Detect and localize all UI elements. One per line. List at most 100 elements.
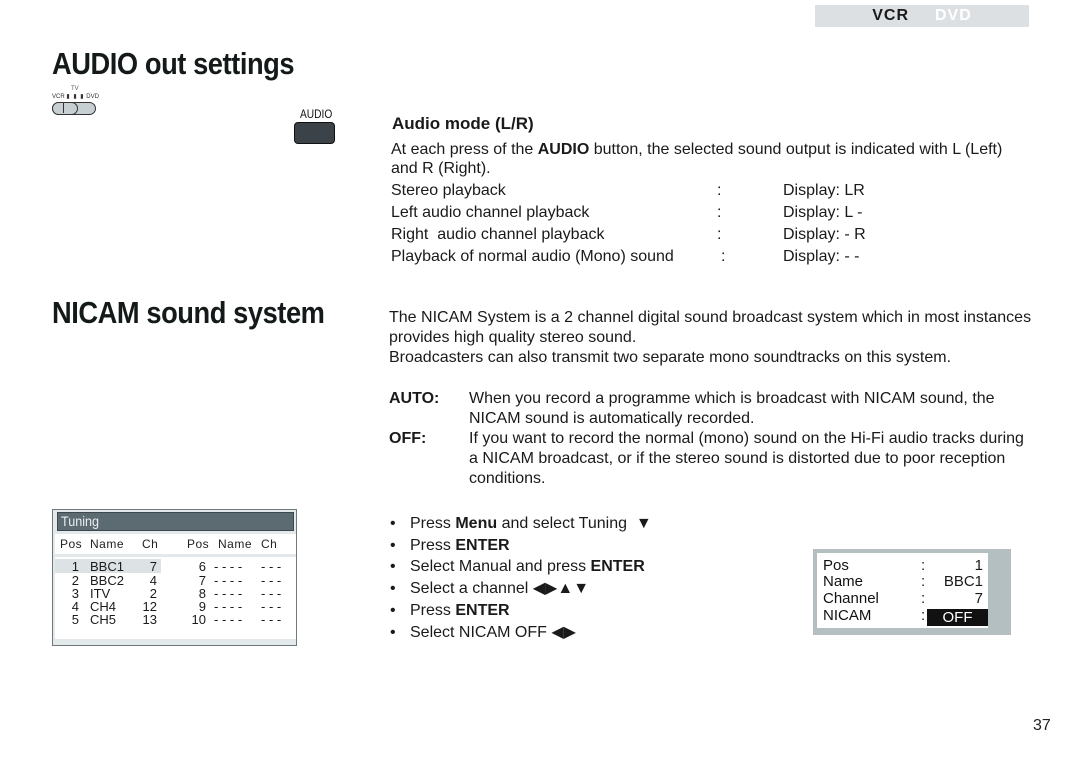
- channel-name: - - - -: [214, 612, 243, 627]
- col-header-pos-2: Pos: [187, 537, 210, 551]
- mode-name: Right audio channel playback: [391, 226, 605, 243]
- switch-vcr-label: VCR: [52, 94, 65, 100]
- audio-mode-intro: At each press of the AUDIO button, the s…: [391, 140, 1031, 178]
- audio-button-label: AUDIO: [300, 107, 333, 121]
- tuning-row[interactable]: 10 - - - - - - -: [173, 613, 293, 627]
- bullet: •: [390, 536, 396, 554]
- channel-pos: 6: [198, 559, 206, 574]
- mode-row: Right audio channel playback : Display: …: [391, 224, 866, 246]
- step-text: Select a channel ◀▶▲▼: [410, 580, 590, 598]
- col-header-name-2: Name: [218, 537, 253, 551]
- tuning-column-headers: Pos Name Ch Pos Name Ch: [55, 534, 296, 554]
- osd-separator: :: [921, 573, 926, 590]
- step-text: Press: [410, 536, 456, 554]
- channel-name: - - - -: [214, 559, 243, 574]
- step-item: • Select NICAM OFF ◀▶: [390, 622, 652, 644]
- mode-row: Left audio channel playback : Display: L…: [391, 202, 866, 224]
- step-bold: ENTER: [590, 558, 645, 576]
- mode-sep: :: [717, 182, 722, 199]
- audio-section-title: AUDIO out settings: [52, 46, 295, 81]
- osd-separator: :: [921, 607, 926, 624]
- dvd-tab-label: DVD: [935, 7, 972, 24]
- step-bold: Menu: [455, 515, 498, 532]
- osd-label: Channel: [823, 590, 879, 607]
- mode-display: Display: - -: [783, 248, 860, 265]
- channel-pos: 10: [191, 612, 206, 627]
- channel-number: 13: [142, 612, 157, 627]
- audio-remote-button-icon: [294, 122, 335, 144]
- mode-sep: :: [717, 204, 722, 221]
- bullet: •: [390, 601, 396, 619]
- tuning-row[interactable]: 6 - - - - - - -: [173, 560, 293, 574]
- col-header-ch-2: Ch: [261, 537, 278, 551]
- intro-text: At each press of the: [391, 141, 538, 158]
- channel-number: - - -: [261, 612, 282, 627]
- tuning-row[interactable]: 1 BBC1 7: [55, 560, 161, 574]
- osd-label: Pos: [823, 557, 849, 574]
- channel-number: 7: [149, 559, 157, 574]
- mode-name: Playback of normal audio (Mono) sound: [391, 248, 674, 265]
- osd-value: 1: [974, 557, 983, 574]
- step-item: • Press ENTER: [390, 535, 652, 557]
- step-text-end: and select Tuning ▼: [497, 515, 652, 532]
- nicam-steps-list: • Press Menu and select Tuning ▼ • Press E…: [390, 513, 652, 643]
- mode-sep: :: [717, 226, 722, 243]
- step-text: Press: [410, 601, 456, 619]
- mode-tab: VCR DVD: [815, 5, 1029, 27]
- step-bold: ENTER: [455, 601, 510, 619]
- page-number: 37: [1033, 717, 1051, 734]
- mode-display: Display: - R: [783, 226, 866, 243]
- mode-name: Stereo playback: [391, 182, 506, 199]
- switch-tv-label: TV: [71, 86, 79, 92]
- tuning-panel: Tuning Pos Name Ch Pos Name Ch 1 BBC1 7 2 BB…: [52, 509, 297, 646]
- vcr-tab-label: VCR: [872, 7, 909, 24]
- bullet: •: [390, 558, 396, 576]
- switch-knob: [52, 102, 78, 115]
- intro-bold: AUDIO: [537, 141, 590, 158]
- audio-modes-table: Stereo playback : Display: LR Left audio…: [391, 180, 866, 268]
- channel-name: BBC1: [90, 559, 124, 574]
- osd-label: Name: [823, 573, 864, 590]
- step-text: Press: [410, 515, 456, 532]
- col-header-name: Name: [90, 537, 125, 551]
- step-text: Select NICAM OFF ◀▶: [410, 623, 576, 641]
- step-item: • Select a channel ◀▶▲▼: [390, 578, 652, 600]
- definition-term: OFF:: [389, 430, 427, 447]
- channel-pos: 5: [71, 612, 79, 627]
- tuning-panel-header: Tuning: [57, 512, 294, 531]
- step-item: • Select Manual and press ENTER: [390, 556, 652, 578]
- nicam-para-1: The NICAM System is a 2 channel digital …: [389, 309, 1032, 346]
- switch-dots: ▮ ▮ ▮: [66, 94, 85, 100]
- mode-row: Playback of normal audio (Mono) sound : …: [391, 246, 866, 268]
- nicam-section-title: NICAM sound system: [52, 295, 325, 330]
- nicam-definitions: AUTO: When you record a programme which …: [389, 389, 1029, 489]
- col-header-pos: Pos: [60, 537, 83, 551]
- mode-display: Display: L -: [783, 204, 863, 221]
- definition-auto: AUTO: When you record a programme which …: [389, 389, 1029, 429]
- channel-name: CH5: [90, 612, 117, 627]
- step-item: • Press ENTER: [390, 600, 652, 622]
- step-text: Select Manual and press: [410, 558, 591, 576]
- tuning-row[interactable]: 5 CH5 13: [55, 613, 161, 627]
- nicam-description: The NICAM System is a 2 channel digital …: [389, 308, 1039, 368]
- col-header-ch: Ch: [142, 537, 159, 551]
- definition-text: When you record a programme which is bro…: [469, 390, 995, 427]
- definition-off: OFF: If you want to record the normal (m…: [389, 429, 1029, 489]
- osd-separator: :: [921, 557, 926, 574]
- osd-value: BBC1: [943, 573, 983, 590]
- step-item: • Press Menu and select Tuning ▼: [390, 513, 652, 535]
- mode-sep: :: [721, 248, 726, 265]
- nicam-off-highlight: OFF: [927, 609, 988, 626]
- tuning-channel-list: 1 BBC1 7 2 BBC2 4 3 ITV 2 4 CH4 12 5 CH5 13 6- - - -- -…: [55, 557, 296, 639]
- channel-pos: 1: [71, 559, 79, 574]
- switch-labels: VCR ▮ ▮ ▮ DVD: [52, 93, 99, 100]
- definition-text: If you want to record the normal (mono) …: [469, 430, 1024, 487]
- channel-settings-osd: OFF Pos: 1 Name: BBC1 Channel: 7 NICAM:: [813, 549, 1011, 635]
- mode-row: Stereo playback : Display: LR: [391, 180, 866, 202]
- bullet: •: [390, 623, 396, 641]
- mode-display: Display: LR: [783, 182, 865, 199]
- audio-mode-heading: Audio mode (L/R): [392, 114, 534, 133]
- osd-label: NICAM: [823, 607, 872, 624]
- step-bold: ENTER: [455, 536, 510, 554]
- definition-term: AUTO:: [389, 390, 440, 407]
